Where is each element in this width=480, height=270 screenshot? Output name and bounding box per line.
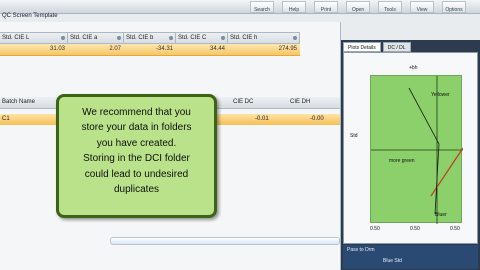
column-header[interactable]: Std. CIE a: [68, 32, 124, 44]
yellower-label: Yellower: [431, 92, 450, 98]
ribbon-button-1[interactable]: Help: [282, 1, 306, 13]
diagram-panel: Plots Details DC / DL +bh Std Yellower m…: [341, 40, 480, 270]
table-cell: 31.03: [49, 46, 65, 52]
diagram-status: Pass to Drm Blue Std: [343, 245, 478, 269]
dropdown-icon: [293, 36, 297, 40]
color-plot-frame: +bh Std Yellower more green Bluer 0.50 0…: [343, 52, 478, 244]
table-cell: 2.07: [109, 46, 121, 52]
callout-line: you have created.: [96, 137, 177, 149]
ribbon-button-0[interactable]: Search: [250, 1, 274, 13]
table-cell: 34.44: [209, 46, 225, 52]
table-cell: 274.95: [278, 46, 297, 52]
callout-line: We recommend that you: [82, 107, 191, 118]
column-header[interactable]: Std. CIE L: [0, 32, 68, 44]
ribbon-button-3[interactable]: Open: [346, 1, 370, 13]
callout-line: duplicates: [113, 184, 160, 196]
window-title: QC Screen Template: [2, 13, 58, 19]
diagram-tabs: Plots Details DC / DL: [343, 42, 411, 52]
column-header[interactable]: CIE DH: [290, 99, 310, 105]
dropdown-icon: [61, 36, 65, 40]
dh-cell: -0.00: [310, 116, 324, 122]
standard-grid-header: Std. CIE L Std. CIE a Std. CIE b Std. CI…: [0, 32, 300, 44]
tab-dc-dl[interactable]: DC / DL: [382, 42, 411, 52]
ribbon-button-5[interactable]: View: [410, 1, 434, 13]
axis-label-left: Std: [350, 133, 358, 139]
bluer-label: Bluer: [435, 212, 447, 218]
status-line-0: Pass to Drm: [347, 247, 375, 253]
status-line-1: Blue Std: [383, 258, 402, 264]
top-label: +bh: [409, 65, 418, 71]
tick-mid: 0.50: [410, 226, 420, 232]
plot-lines: [371, 76, 463, 224]
dc-cell: -0.01: [255, 116, 269, 122]
tick-left: 0.50: [370, 226, 380, 232]
dropdown-icon: [117, 36, 121, 40]
horizontal-scrollbar[interactable]: [110, 237, 340, 245]
table-cell: -34.31: [155, 46, 173, 52]
column-header[interactable]: CIE DC: [233, 99, 253, 105]
column-header[interactable]: Batch Name: [2, 99, 35, 105]
batch-name-cell: C1: [2, 116, 10, 122]
ribbon-button-4[interactable]: Tools: [378, 1, 402, 13]
ribbon-toolbar: Search Help Print Open Tools View Option…: [0, 0, 480, 14]
table-row[interactable]: 31.03 2.07 -34.31 34.44 274.95: [0, 44, 300, 56]
callout-line: could lead to undesired: [84, 168, 189, 180]
more-green-label: more green: [389, 158, 415, 164]
tick-right: 0.50: [450, 226, 460, 232]
dropdown-icon: [221, 36, 225, 40]
dropdown-icon: [169, 36, 173, 40]
color-difference-plot: Yellower more green Bluer: [370, 75, 463, 224]
column-header[interactable]: Std. CIE C: [176, 32, 228, 44]
column-header[interactable]: Std. CIE b: [124, 32, 176, 44]
tab-plots-details[interactable]: Plots Details: [343, 42, 381, 52]
callout-line: Storing in the DCI folder: [83, 153, 190, 165]
column-header[interactable]: Std. CIE h: [228, 32, 300, 44]
ribbon-button-2[interactable]: Print: [314, 1, 338, 13]
ribbon-button-6[interactable]: Options: [442, 1, 466, 13]
callout-line: store your data in folders: [81, 122, 192, 134]
recommendation-callout: We recommend that you store your data in…: [56, 94, 217, 218]
